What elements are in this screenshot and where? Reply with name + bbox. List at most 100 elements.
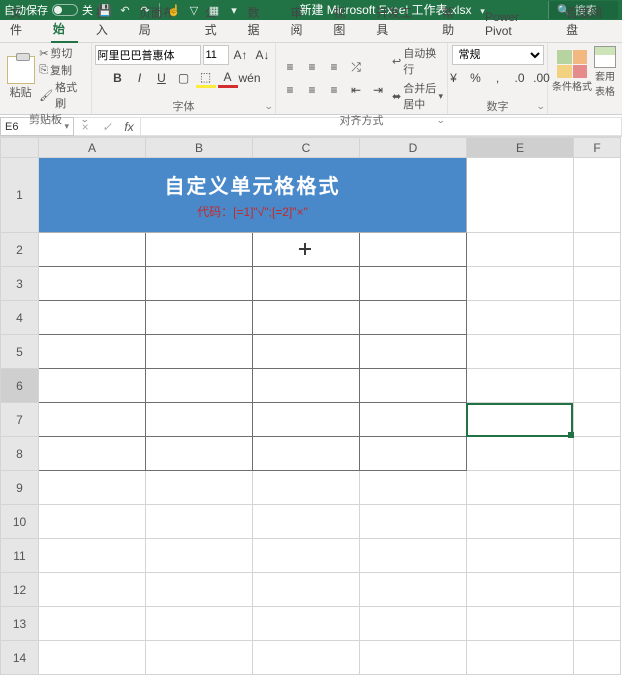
cell-C2[interactable] <box>253 233 360 267</box>
underline-button[interactable]: U <box>152 68 172 88</box>
paste-button[interactable]: 粘贴 <box>4 56 37 100</box>
table-style-button[interactable]: 套用表格 <box>592 46 618 98</box>
cell-F9[interactable] <box>574 471 621 505</box>
redo-icon[interactable]: ↷ <box>137 2 153 18</box>
cell-B10[interactable] <box>146 505 253 539</box>
cell-B11[interactable] <box>146 539 253 573</box>
cell-B9[interactable] <box>146 471 253 505</box>
cell-A8[interactable] <box>39 437 146 471</box>
cell-D3[interactable] <box>360 267 467 301</box>
font-size-input[interactable] <box>203 45 229 65</box>
align-left-icon[interactable]: ≡ <box>280 80 300 100</box>
cell-D10[interactable] <box>360 505 467 539</box>
copy-button[interactable]: ⎘复制 <box>39 62 87 78</box>
cell-B8[interactable] <box>146 437 253 471</box>
cell-E9[interactable] <box>467 471 574 505</box>
cell-E4[interactable] <box>467 301 574 335</box>
row-header-6[interactable]: 6 <box>1 369 39 403</box>
row-header-5[interactable]: 5 <box>1 335 39 369</box>
cell-B7[interactable] <box>146 403 253 437</box>
cell-E11[interactable] <box>467 539 574 573</box>
cell-D7[interactable] <box>360 403 467 437</box>
touch-icon[interactable]: ☝ <box>166 2 182 18</box>
cell-C6[interactable] <box>253 369 360 403</box>
cell-C12[interactable] <box>253 573 360 607</box>
cell-B12[interactable] <box>146 573 253 607</box>
cell-E2[interactable] <box>467 233 574 267</box>
cell-C11[interactable] <box>253 539 360 573</box>
cell-A5[interactable] <box>39 335 146 369</box>
cell-F10[interactable] <box>574 505 621 539</box>
align-bottom-icon[interactable]: ≡ <box>324 57 344 77</box>
save-icon[interactable]: 💾 <box>97 2 113 18</box>
cell-B6[interactable] <box>146 369 253 403</box>
cell-E8[interactable] <box>467 437 574 471</box>
autosave-toggle[interactable] <box>52 4 78 16</box>
cut-button[interactable]: ✂剪切 <box>39 45 87 61</box>
col-header-B[interactable]: B <box>146 138 253 158</box>
cell-E12[interactable] <box>467 573 574 607</box>
decrease-font-icon[interactable]: A↓ <box>253 45 273 65</box>
cell-F6[interactable] <box>574 369 621 403</box>
cell-F13[interactable] <box>574 607 621 641</box>
orientation-icon[interactable]: ⤮ <box>346 57 366 77</box>
italic-button[interactable]: I <box>130 68 150 88</box>
number-format-select[interactable]: 常规 <box>452 45 544 65</box>
border-button[interactable]: ▢ <box>174 68 194 88</box>
cell-C5[interactable] <box>253 335 360 369</box>
undo-icon[interactable]: ↶ <box>117 2 133 18</box>
table-icon[interactable]: ▦ <box>206 2 222 18</box>
percent-icon[interactable]: % <box>466 68 486 88</box>
col-header-F[interactable]: F <box>574 138 621 158</box>
fx-icon[interactable]: fx <box>118 120 140 134</box>
cell-D11[interactable] <box>360 539 467 573</box>
cell-C9[interactable] <box>253 471 360 505</box>
row-header-12[interactable]: 12 <box>1 573 39 607</box>
cell-A3[interactable] <box>39 267 146 301</box>
tab-review[interactable]: 审阅 <box>288 0 315 42</box>
fill-color-button[interactable]: ⬚ <box>196 68 216 88</box>
cell-D12[interactable] <box>360 573 467 607</box>
tab-help[interactable]: 帮助 <box>440 0 467 42</box>
cell-A11[interactable] <box>39 539 146 573</box>
cell-C10[interactable] <box>253 505 360 539</box>
conditional-format-button[interactable]: 条件格式 <box>552 50 592 93</box>
align-right-icon[interactable]: ≡ <box>324 80 344 100</box>
cell-F1[interactable] <box>574 158 621 233</box>
cell-C3[interactable] <box>253 267 360 301</box>
col-header-D[interactable]: D <box>360 138 467 158</box>
cell-C14[interactable] <box>253 641 360 675</box>
cell-D9[interactable] <box>360 471 467 505</box>
increase-font-icon[interactable]: A↑ <box>231 45 251 65</box>
cell-D8[interactable] <box>360 437 467 471</box>
cell-D4[interactable] <box>360 301 467 335</box>
font-color-button[interactable]: A <box>218 68 238 88</box>
cell-F7[interactable] <box>574 403 621 437</box>
cell-D13[interactable] <box>360 607 467 641</box>
cell-E3[interactable] <box>467 267 574 301</box>
cell-B13[interactable] <box>146 607 253 641</box>
row-header-14[interactable]: 14 <box>1 641 39 675</box>
cell-A4[interactable] <box>39 301 146 335</box>
align-center-icon[interactable]: ≡ <box>302 80 322 100</box>
cell-F2[interactable] <box>574 233 621 267</box>
comma-icon[interactable]: , <box>488 68 508 88</box>
cell-A7[interactable] <box>39 403 146 437</box>
qat-dropdown-icon[interactable]: ▾ <box>226 2 242 18</box>
cell-A6[interactable] <box>39 369 146 403</box>
cell-F3[interactable] <box>574 267 621 301</box>
cell-D6[interactable] <box>360 369 467 403</box>
tab-powerpivot[interactable]: Power Pivot <box>483 6 548 42</box>
tab-baidu[interactable]: 百度网盘 <box>564 0 614 42</box>
cell-F5[interactable] <box>574 335 621 369</box>
tab-developer[interactable]: 开发工具 <box>374 0 424 42</box>
row-header-13[interactable]: 13 <box>1 607 39 641</box>
cell-E7[interactable] <box>467 403 574 437</box>
cell-A10[interactable] <box>39 505 146 539</box>
col-header-E[interactable]: E <box>467 138 574 158</box>
cell-A9[interactable] <box>39 471 146 505</box>
cell-E5[interactable] <box>467 335 574 369</box>
indent-decrease-icon[interactable]: ⇤ <box>346 80 366 100</box>
tab-data[interactable]: 数据 <box>246 0 273 42</box>
tab-view[interactable]: 视图 <box>331 0 358 42</box>
